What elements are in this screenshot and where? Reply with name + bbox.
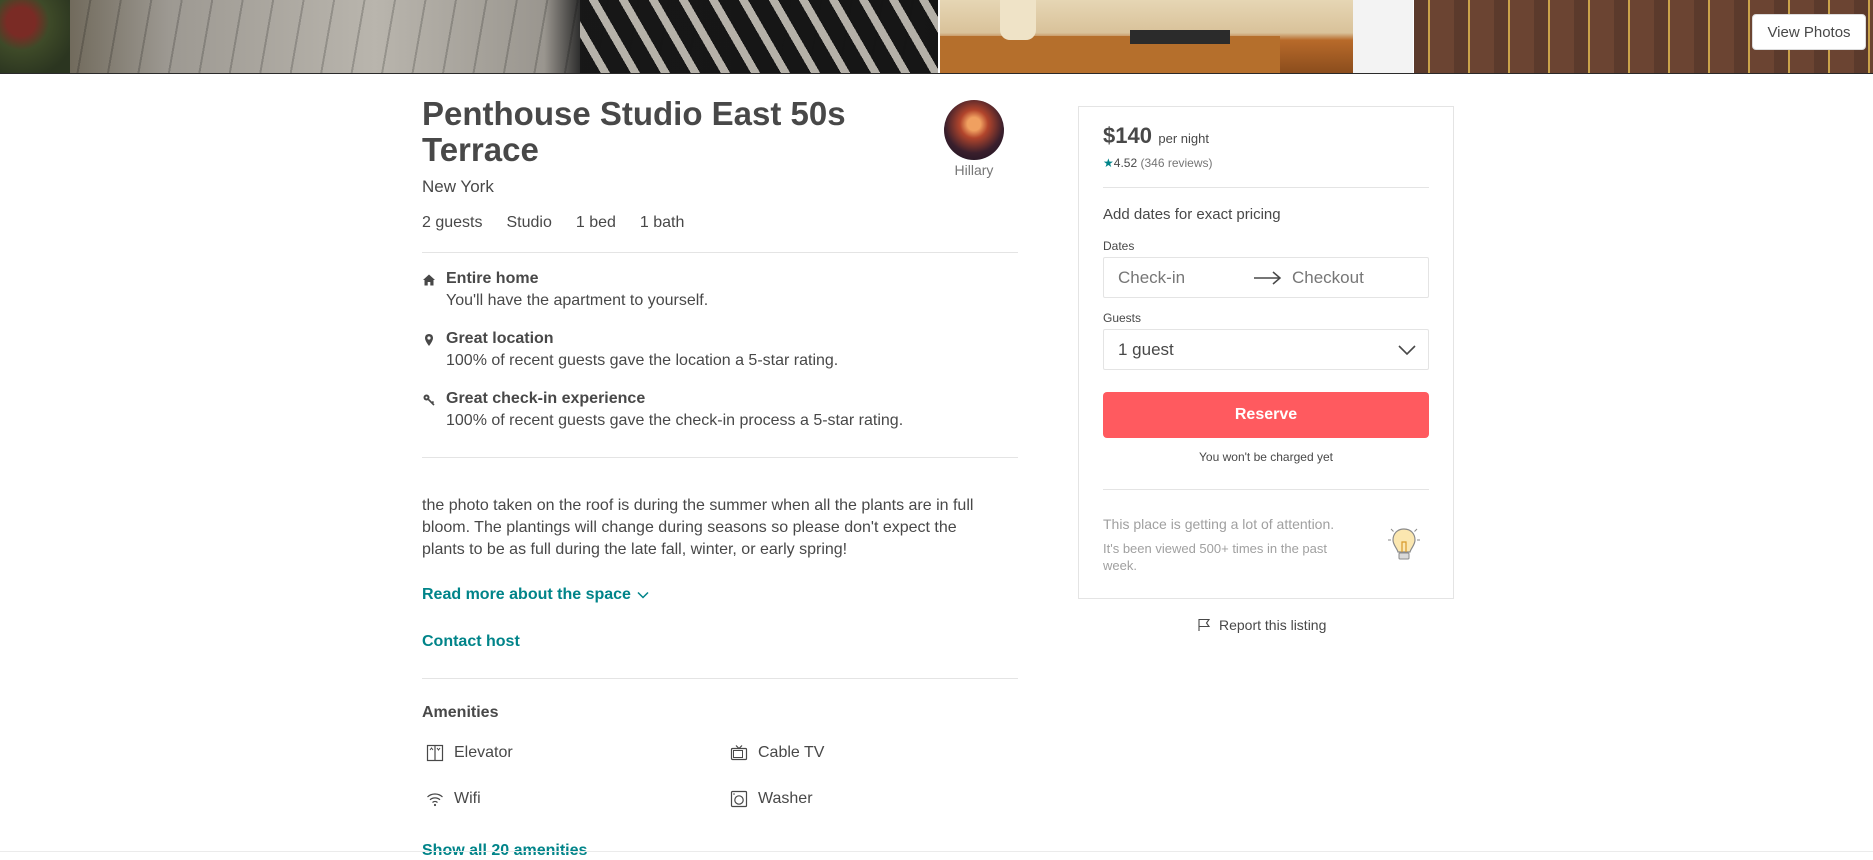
highlight-desc: You'll have the apartment to yourself. xyxy=(446,292,709,309)
fact-guests: 2 guests xyxy=(422,214,483,231)
divider xyxy=(1103,489,1429,490)
report-listing-link[interactable]: Report this listing xyxy=(1197,617,1326,633)
review-count[interactable]: (346 reviews) xyxy=(1140,156,1212,170)
divider xyxy=(422,252,1018,253)
photo-railing-detail xyxy=(580,0,938,73)
listing-facts: 2 guests Studio 1 bed 1 bath xyxy=(422,214,684,232)
rating[interactable]: ★4.52 (346 reviews) xyxy=(1103,156,1213,170)
amenity-wifi: Wifi xyxy=(426,790,481,808)
divider xyxy=(0,851,1873,852)
highlight-desc: 100% of recent guests gave the check-in … xyxy=(446,412,904,429)
chevron-down-icon[interactable] xyxy=(637,591,649,599)
price-unit: per night xyxy=(1158,131,1209,146)
amenity-label: Elevator xyxy=(454,744,513,761)
highlight-title: Great location xyxy=(446,330,554,347)
reserve-button[interactable]: Reserve xyxy=(1103,392,1429,438)
star-icon: ★ xyxy=(1103,156,1114,170)
attention-title: This place is getting a lot of attention… xyxy=(1103,516,1335,532)
elevator-icon xyxy=(426,744,444,762)
tv-icon xyxy=(730,745,748,761)
fact-baths: 1 bath xyxy=(639,214,685,231)
lightbulb-icon xyxy=(1388,528,1420,560)
flag-icon[interactable] xyxy=(1197,618,1211,632)
price: $140 per night xyxy=(1103,123,1209,149)
amenity-washer: Washer xyxy=(730,790,813,808)
highlight-title: Entire home xyxy=(446,270,539,287)
dates-field[interactable]: Check-in Checkout xyxy=(1103,257,1429,298)
guests-select[interactable]: 1 guest xyxy=(1103,329,1429,370)
photo-gallery[interactable]: View Photos xyxy=(0,0,1873,74)
wifi-icon xyxy=(427,793,443,807)
dates-label: Dates xyxy=(1103,239,1135,253)
divider xyxy=(422,678,1018,679)
photo-wall-detail xyxy=(1353,0,1413,73)
fact-type: Studio xyxy=(506,214,552,231)
amenity-cable-tv: Cable TV xyxy=(730,744,824,762)
key-icon xyxy=(423,394,435,406)
photo-desk[interactable] xyxy=(940,0,1413,73)
no-charge-note: You won't be charged yet xyxy=(1199,450,1333,464)
listing-description: the photo taken on the roof is during th… xyxy=(422,497,974,558)
amenity-label: Wifi xyxy=(454,790,481,807)
host-profile[interactable]: Hillary xyxy=(944,100,1004,178)
location-pin-icon xyxy=(425,334,433,346)
listing-city: New York xyxy=(422,177,494,196)
amenity-label: Washer xyxy=(758,790,813,807)
chevron-down-icon[interactable] xyxy=(1398,343,1416,357)
read-more-link[interactable]: Read more about the space xyxy=(422,586,649,604)
washer-icon xyxy=(730,790,748,808)
amenity-elevator: Elevator xyxy=(426,744,513,762)
checkout-input[interactable]: Checkout xyxy=(1292,268,1364,288)
photo-terrace[interactable] xyxy=(0,0,938,73)
fact-beds: 1 bed xyxy=(575,214,616,231)
amenities-title: Amenities xyxy=(422,704,499,721)
arrow-right-icon xyxy=(1254,271,1282,285)
host-avatar[interactable] xyxy=(944,100,1004,160)
highlight-title: Great check-in experience xyxy=(446,390,646,407)
photo-plant-detail xyxy=(0,0,70,73)
report-label[interactable]: Report this listing xyxy=(1219,617,1326,633)
photo-lamp-detail xyxy=(1000,0,1036,40)
guests-value[interactable]: 1 guest xyxy=(1118,340,1174,360)
contact-host-link[interactable]: Contact host xyxy=(422,633,520,651)
amenity-label: Cable TV xyxy=(758,744,825,761)
divider xyxy=(1103,187,1429,188)
rating-value[interactable]: 4.52 xyxy=(1114,156,1137,170)
guests-label: Guests xyxy=(1103,311,1142,325)
photo-device-detail xyxy=(1130,30,1230,44)
checkin-input[interactable]: Check-in xyxy=(1118,268,1185,288)
price-amount: $140 xyxy=(1103,123,1152,148)
booking-card: $140 per night ★4.52 (346 reviews) Add d… xyxy=(1078,106,1454,599)
host-name[interactable]: Hillary xyxy=(944,162,1004,178)
highlight-desc: 100% of recent guests gave the location … xyxy=(446,352,839,369)
add-dates-text: Add dates for exact pricing xyxy=(1103,206,1281,223)
listing-title: Penthouse Studio East 50s Terrace xyxy=(422,95,846,168)
read-more-label[interactable]: Read more about the space xyxy=(422,586,631,604)
view-photos-button[interactable]: View Photos xyxy=(1752,14,1866,50)
attention-desc: It's been viewed 500+ times in the past … xyxy=(1103,541,1327,573)
divider xyxy=(422,457,1018,458)
home-icon xyxy=(423,274,435,286)
